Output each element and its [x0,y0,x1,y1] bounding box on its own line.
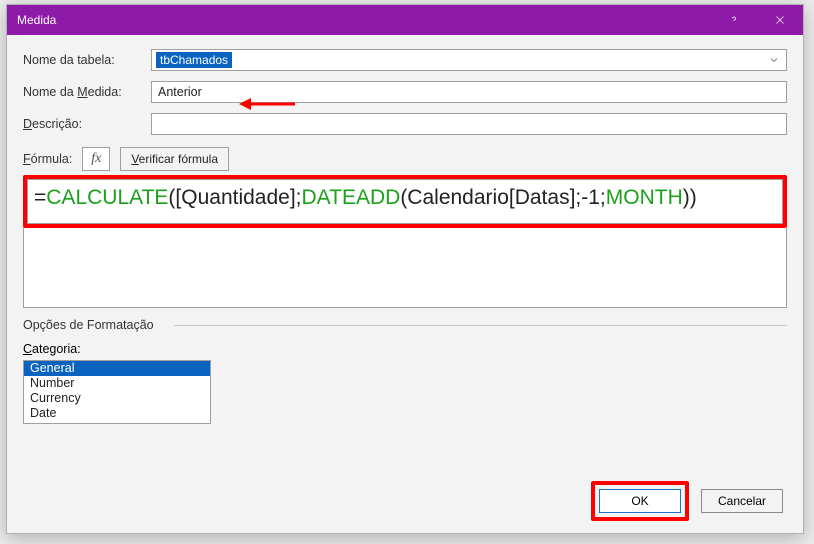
formatting-section-header: Opções de Formatação [23,318,787,332]
divider [174,325,787,326]
label-formula: Fórmula: [23,152,72,166]
label-table-name: Nome da tabela: [23,53,151,67]
close-button[interactable] [757,5,803,35]
table-name-combo[interactable]: tbChamados [151,49,787,71]
category-item[interactable]: Currency [24,391,210,406]
row-table-name: Nome da tabela: tbChamados [23,49,787,71]
fx-button[interactable]: fx [82,147,110,171]
ok-button[interactable]: OK [599,489,681,513]
label-description: Descrição: [23,117,151,131]
formula-editor[interactable]: =CALCULATE([Quantidade];DATEADD(Calendar… [27,179,783,224]
category-item[interactable]: Number [24,376,210,391]
titlebar: Medida [7,5,803,35]
dialog-title: Medida [17,13,711,27]
measure-dialog: Medida Nome da tabela: tbChamados Nome d… [6,4,804,534]
formatting-section-label: Opções de Formatação [23,318,154,332]
category-item[interactable]: Date [24,406,210,421]
cancel-button[interactable]: Cancelar [701,489,783,513]
ok-highlight: OK [591,481,689,521]
row-description: Descrição: [23,113,787,135]
label-category: Categoria: [23,342,787,356]
measure-name-input[interactable] [151,81,787,103]
formula-editor-lower[interactable] [23,228,787,308]
dialog-body: Nome da tabela: tbChamados Nome da Medid… [7,35,803,432]
category-list[interactable]: GeneralNumberCurrencyDate [23,360,211,424]
dialog-footer: OK Cancelar [591,481,783,521]
label-measure-name: Nome da Medida: [23,85,151,99]
help-button[interactable] [711,5,757,35]
row-measure-name: Nome da Medida: [23,81,787,103]
row-formula-header: Fórmula: fx Verificar fórmula [23,147,787,171]
table-name-value: tbChamados [156,52,232,68]
chevron-down-icon [768,54,780,69]
verify-formula-button[interactable]: Verificar fórmula [120,147,229,171]
category-item[interactable]: General [24,361,210,376]
formula-highlight: =CALCULATE([Quantidade];DATEADD(Calendar… [23,175,787,228]
description-input[interactable] [151,113,787,135]
